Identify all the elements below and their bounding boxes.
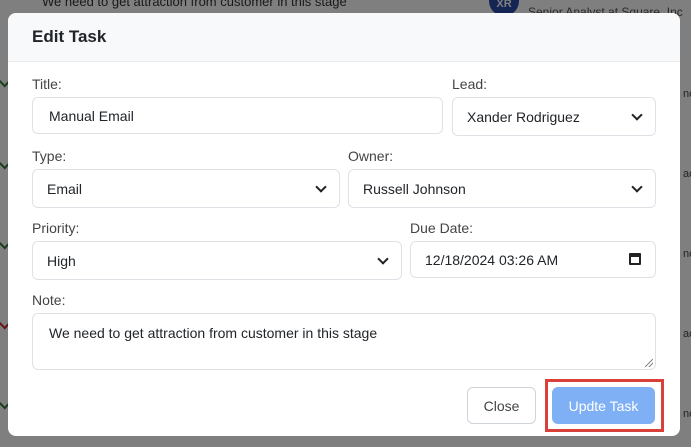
chevron-down-icon — [631, 109, 643, 121]
resize-grip-icon[interactable] — [645, 359, 653, 367]
modal-header: Edit Task — [8, 13, 680, 62]
close-button[interactable]: Close — [467, 387, 536, 424]
lead-select[interactable]: Xander Rodriguez — [452, 97, 656, 136]
edit-task-modal: Edit Task Title: Manual Email Lead: Xand… — [8, 13, 680, 436]
type-label: Type: — [32, 148, 67, 164]
modal-title: Edit Task — [32, 27, 107, 46]
chevron-down-icon — [631, 181, 643, 193]
note-label: Note: — [32, 292, 66, 308]
chevron-down-icon — [377, 253, 389, 265]
calendar-icon[interactable] — [629, 253, 641, 265]
title-input[interactable]: Manual Email — [32, 97, 443, 134]
priority-select[interactable]: High — [32, 241, 402, 280]
title-input-value: Manual Email — [49, 107, 134, 124]
highlight-box — [545, 379, 664, 432]
type-select[interactable]: Email — [32, 169, 340, 208]
due-date-label: Due Date: — [410, 220, 474, 236]
lead-label: Lead: — [452, 76, 488, 92]
owner-label: Owner: — [348, 148, 394, 164]
priority-label: Priority: — [32, 220, 80, 236]
owner-select[interactable]: Russell Johnson — [348, 169, 656, 208]
note-textarea[interactable]: We need to get attraction from customer … — [32, 313, 656, 370]
note-textarea-value: We need to get attraction from customer … — [49, 325, 378, 341]
title-label: Title: — [32, 76, 62, 92]
owner-select-value: Russell Johnson — [363, 180, 466, 197]
lead-select-value: Xander Rodriguez — [467, 108, 580, 125]
chevron-down-icon — [315, 181, 327, 193]
type-select-value: Email — [47, 180, 83, 197]
due-date-input[interactable]: 12/18/2024 03:26 AM — [410, 241, 656, 278]
priority-select-value: High — [47, 252, 76, 269]
due-date-value: 12/18/2024 03:26 AM — [425, 251, 559, 268]
